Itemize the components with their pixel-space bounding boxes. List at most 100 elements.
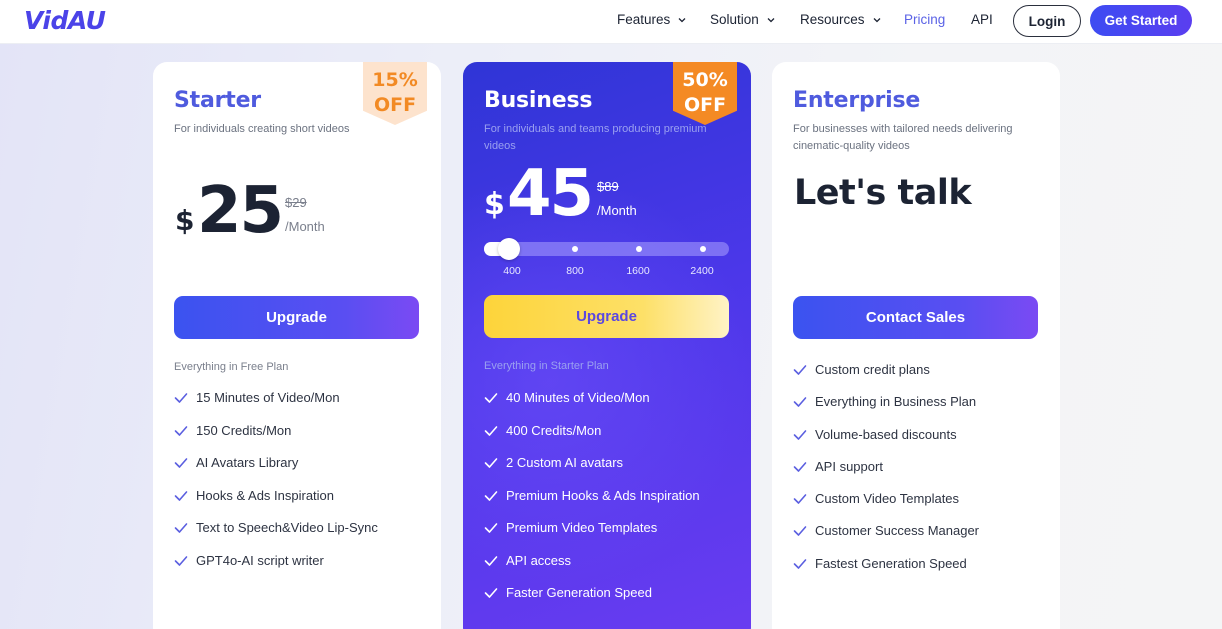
feature-text: Text to Speech&Video Lip-Sync	[196, 520, 378, 535]
feature-text: Custom Video Templates	[815, 491, 960, 507]
feature-list: 40 Minutes of Video/Mon 400 Credits/Mon …	[484, 390, 700, 618]
badge-off: OFF	[373, 93, 417, 116]
get-started-button[interactable]: Get Started	[1090, 5, 1192, 36]
check-icon	[174, 490, 188, 501]
slider-step-dot[interactable]	[572, 246, 578, 252]
check-icon	[793, 558, 807, 569]
discount-badge: 50% OFF	[673, 62, 737, 125]
slider-handle[interactable]	[498, 238, 520, 260]
nav-solution[interactable]: Solution	[710, 12, 776, 27]
features-section-label: Everything in Starter Plan	[484, 360, 609, 372]
slider-option-label: 2400	[690, 265, 714, 277]
check-icon	[174, 458, 188, 468]
nav-features-label: Features	[617, 12, 671, 27]
vidau-logo[interactable]: VidAU	[24, 4, 106, 38]
check-icon	[174, 523, 188, 533]
feature-text: Premium Video Templates	[506, 520, 658, 535]
check-icon	[484, 523, 498, 533]
check-icon	[793, 462, 807, 472]
plan-title: Business	[484, 88, 593, 113]
badge-percent: 50%	[682, 68, 728, 91]
chevron-down-icon	[678, 17, 686, 22]
feature-text: Everything in Business Plan	[815, 394, 977, 410]
check-icon	[484, 490, 498, 501]
check-icon	[174, 555, 188, 566]
slider-track[interactable]	[484, 242, 729, 256]
slider-option-label: 400	[503, 265, 521, 277]
slider-step-dot[interactable]	[636, 246, 642, 252]
features-section-label: Everything in Free Plan	[174, 361, 289, 373]
discount-badge: 15% OFF	[363, 62, 427, 125]
upgrade-button[interactable]: Upgrade	[174, 296, 419, 339]
feature-text: Custom credit plans	[815, 362, 930, 377]
check-icon	[793, 494, 807, 504]
currency-symbol: $	[484, 187, 505, 222]
nav-pricing[interactable]: Pricing	[904, 12, 945, 27]
nav-resources-label: Resources	[800, 12, 865, 27]
nav-api-label: API	[971, 12, 993, 27]
login-button[interactable]: Login	[1013, 5, 1081, 37]
plan-description: For businesses with tailored needs deliv…	[793, 123, 1013, 152]
chevron-down-icon	[873, 17, 880, 22]
nav-pricing-label: Pricing	[904, 12, 946, 27]
check-icon	[793, 429, 807, 440]
check-icon	[484, 588, 498, 598]
slider-option-label: 1600	[626, 265, 650, 277]
enterprise-plan-card: Enterprise For businesses with tailored …	[772, 62, 1060, 629]
slider-option-label: 800	[566, 265, 584, 277]
list-item: GPT4o-AI script writer	[174, 553, 378, 586]
check-icon	[174, 425, 188, 436]
starter-plan-card: 15% OFF Starter For individuals creating…	[153, 62, 441, 629]
list-item: 2 Custom AI avatars	[484, 455, 700, 488]
feature-text: API support	[815, 458, 883, 474]
upgrade-button[interactable]: Upgrade	[484, 295, 729, 338]
list-item: 15 Minutes of Video/Mon	[174, 390, 378, 423]
nav-api[interactable]: API	[971, 12, 993, 27]
feature-text: 15 Minutes of Video/Mon	[196, 390, 340, 405]
price-amount: 25	[197, 174, 284, 248]
credits-slider[interactable]: 400 800 1600 2400	[484, 238, 729, 277]
feature-text: API access	[506, 552, 572, 568]
list-item: Premium Video Templates	[484, 520, 700, 553]
list-item: Hooks & Ads Inspiration	[174, 488, 378, 521]
list-item: Customer Success Manager	[793, 523, 979, 555]
list-item: Premium Hooks & Ads Inspiration	[484, 488, 700, 521]
feature-text: 40 Minutes of Video/Mon	[506, 390, 650, 405]
plan-description: For individuals creating short videos	[174, 123, 350, 135]
plan-title: Enterprise	[793, 88, 921, 113]
business-plan-card: 50% OFF Business For individuals and tea…	[463, 62, 751, 629]
feature-text: GPT4o-AI script writer	[196, 552, 324, 568]
nav-solution-label: Solution	[710, 12, 759, 27]
badge-percent: 15%	[372, 68, 418, 91]
list-item: Text to Speech&Video Lip-Sync	[174, 520, 378, 553]
feature-text: Customer Success Manager	[815, 523, 980, 539]
feature-text: AI Avatars Library	[196, 455, 299, 470]
feature-list: 15 Minutes of Video/Mon 150 Credits/Mon …	[174, 390, 378, 585]
nav-features[interactable]: Features	[617, 12, 687, 27]
slider-step-dot[interactable]	[700, 246, 706, 252]
list-item: Custom credit plans	[793, 362, 979, 394]
list-item: API access	[484, 553, 700, 586]
feature-text: 2 Custom AI avatars	[506, 455, 624, 470]
check-icon	[793, 365, 807, 375]
list-item: 150 Credits/Mon	[174, 423, 378, 456]
list-item: Custom Video Templates	[793, 491, 979, 523]
feature-list: Custom credit plans Everything in Busine…	[793, 362, 979, 588]
check-icon	[174, 393, 188, 403]
original-price: $89	[597, 179, 619, 194]
contact-sales-button[interactable]: Contact Sales	[793, 296, 1038, 339]
feature-text: Hooks & Ads Inspiration	[196, 487, 335, 503]
nav-resources[interactable]: Resources	[800, 12, 882, 27]
top-navbar: VidAU Features Solution Resources Pricin…	[0, 0, 1222, 44]
check-icon	[793, 397, 807, 408]
price-amount: 45	[507, 157, 594, 231]
feature-text: Faster Generation Speed	[506, 585, 652, 600]
feature-text: Volume-based discounts	[815, 426, 957, 442]
badge-off: OFF	[683, 93, 727, 116]
list-item: 40 Minutes of Video/Mon	[484, 390, 700, 423]
lets-talk-headline: Let's talk	[794, 173, 972, 213]
list-item: Volume-based discounts	[793, 427, 979, 459]
check-icon	[484, 425, 498, 436]
feature-text: 150 Credits/Mon	[196, 422, 292, 438]
price-period: /Month	[597, 203, 637, 218]
